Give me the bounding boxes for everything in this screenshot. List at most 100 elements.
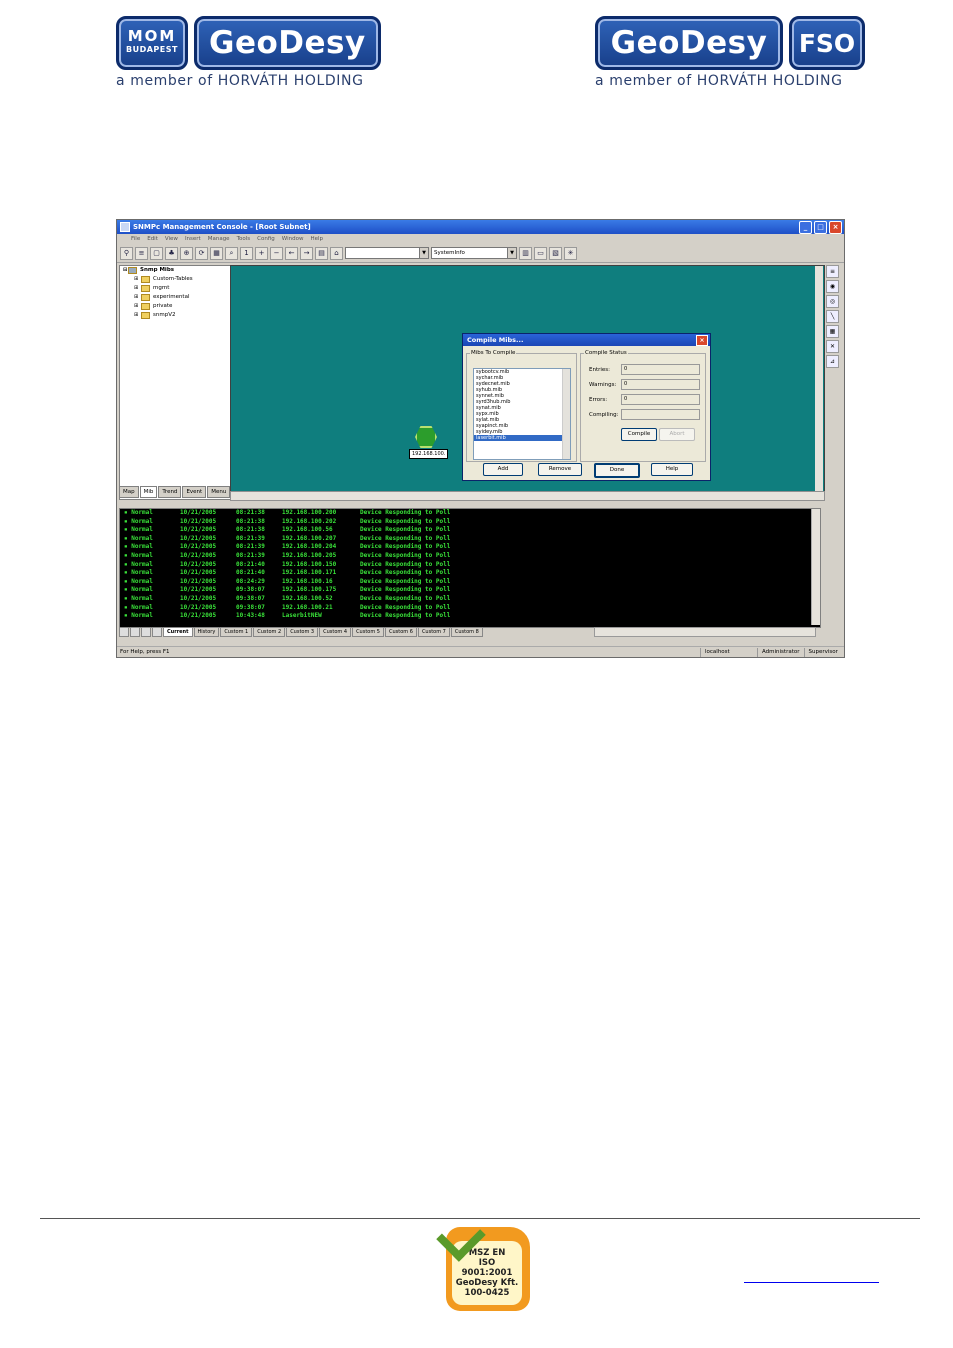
map-view[interactable]: 192.168.100. Compile Mibs... × Mibs To C… [230, 265, 825, 493]
home-icon[interactable]: ⌂ [330, 246, 343, 260]
tab-prev-button[interactable] [130, 627, 140, 637]
tab-history[interactable]: History [193, 627, 220, 637]
event-log[interactable]: ▪ Normal 10/21/2005 08:21:38 192.168.100.20… [119, 508, 821, 628]
table-row[interactable]: ▪ Normal 10/21/2005 08:21:39 192.168.100.20… [120, 543, 820, 552]
menu-window[interactable]: Window [282, 236, 304, 242]
tree-item[interactable]: ⊞ private [120, 302, 230, 311]
tab-event[interactable]: Event [182, 486, 207, 498]
menu-file[interactable]: File [131, 236, 140, 242]
tab-menu[interactable]: Menu [207, 486, 231, 498]
table-row[interactable]: ▪ Normal 10/21/2005 09:38:07 192.168.100.52… [120, 595, 820, 604]
list-scrollbar[interactable] [562, 369, 570, 459]
map-vertical-scrollbar[interactable] [815, 266, 823, 491]
map-icon[interactable]: ▤ [315, 246, 328, 260]
zoom-out-icon[interactable]: − [270, 246, 283, 260]
binoculars-icon[interactable]: ⚲ [120, 246, 133, 260]
tab-next-button[interactable] [141, 627, 151, 637]
table-row[interactable]: ▪ Normal 10/21/2005 08:21:38 192.168.100.56… [120, 526, 820, 535]
mib-list[interactable]: sybootcv.mib sychar.mib sydecnet.mib syh… [473, 368, 571, 460]
log-date: 10/21/2005 [180, 517, 217, 525]
tab-custom-3[interactable]: Custom 3 [286, 627, 319, 637]
done-button[interactable]: Done [594, 463, 640, 478]
maximize-button[interactable]: □ [814, 221, 827, 234]
log-time: 09:38:07 [236, 586, 265, 594]
table-row[interactable]: ▪ Normal 10/21/2005 09:38:07 192.168.100.17… [120, 586, 820, 595]
tab-custom-6[interactable]: Custom 6 [385, 627, 417, 637]
tool-combo[interactable]: SystemInfo ▼ [431, 247, 517, 259]
tab-custom-8[interactable]: Custom 8 [450, 627, 483, 637]
menu-config[interactable]: Config [257, 236, 275, 242]
link-icon[interactable]: ╲ [826, 310, 839, 323]
zoom-1to1-icon[interactable]: 1 [240, 246, 253, 260]
add-button[interactable]: Add [483, 463, 523, 476]
tab-current[interactable]: Current [163, 627, 193, 637]
table-row[interactable]: ▪ Normal 10/21/2005 09:38:07 192.168.100.21… [120, 604, 820, 613]
table-icon[interactable]: ▥ [519, 246, 532, 260]
table-row[interactable]: ▪ Normal 10/21/2005 08:24:29 192.168.100.16… [120, 578, 820, 587]
tab-custom-1[interactable]: Custom 1 [220, 627, 253, 637]
settings-icon[interactable]: ✳ [564, 246, 577, 260]
tree-item[interactable]: ⊞ snmpV2 [120, 311, 230, 320]
tab-custom-4[interactable]: Custom 4 [319, 627, 352, 637]
list-icon[interactable]: ≡ [826, 265, 839, 278]
list-item-selected[interactable]: laserbit.mib [474, 435, 570, 441]
table-row[interactable]: ▪ Normal 10/21/2005 08:21:40 192.168.100.17… [120, 569, 820, 578]
tree-root[interactable]: ⊟ Snmp Mibs [120, 266, 230, 275]
table-row[interactable]: ▪ Normal 10/21/2005 08:21:39 192.168.100.20… [120, 552, 820, 561]
compile-button[interactable]: Compile [621, 428, 657, 441]
arrange-icon[interactable]: ⊿ [826, 355, 839, 368]
zoom-fit-icon[interactable]: ⌕ [225, 246, 238, 260]
tab-first-button[interactable] [119, 627, 129, 637]
tree-item[interactable]: ⊞ experimental [120, 293, 230, 302]
grid-icon[interactable]: ▦ [210, 246, 223, 260]
table-row[interactable]: ▪ Normal 10/21/2005 08:21:40 192.168.100.15… [120, 561, 820, 570]
table-row[interactable]: ▪ Normal 10/21/2005 08:21:38 192.168.100.20… [120, 509, 820, 518]
graph-icon[interactable]: ▧ [549, 246, 562, 260]
grid-icon[interactable]: ▦ [826, 325, 839, 338]
tab-map[interactable]: Map [119, 486, 139, 498]
log-time: 08:21:38 [236, 517, 265, 525]
menu-tools[interactable]: Tools [237, 236, 251, 242]
tree-item[interactable]: ⊞ Custom-Tables [120, 275, 230, 284]
table-row[interactable]: ▪ Normal 10/21/2005 08:21:38 192.168.100.20… [120, 518, 820, 527]
back-icon[interactable]: ← [285, 246, 298, 260]
tab-custom-2[interactable]: Custom 2 [253, 627, 286, 637]
lock-icon[interactable]: ▢ [150, 246, 163, 260]
forward-icon[interactable]: → [300, 246, 313, 260]
selection-combo[interactable]: ▼ [345, 247, 429, 259]
zoom-in-icon[interactable]: + [255, 246, 268, 260]
tree-icon[interactable]: ♣ [165, 246, 178, 260]
tree-item[interactable]: ⊞ mgmt [120, 284, 230, 293]
log-horizontal-scrollbar[interactable] [593, 627, 816, 637]
tab-mib[interactable]: Mib [139, 486, 158, 498]
footer-link[interactable] [744, 1273, 879, 1283]
close-button[interactable]: × [829, 221, 842, 234]
log-vertical-scrollbar[interactable] [811, 509, 820, 625]
expand-icon[interactable]: ✕ [826, 340, 839, 353]
tab-custom-7[interactable]: Custom 7 [417, 627, 450, 637]
menu-insert[interactable]: Insert [185, 236, 201, 242]
node-icon[interactable]: ◎ [826, 295, 839, 308]
map-horizontal-scrollbar[interactable] [230, 491, 825, 501]
tab-trend[interactable]: Trend [158, 486, 182, 498]
dialog-close-button[interactable]: × [696, 335, 708, 346]
menu-edit[interactable]: Edit [147, 236, 158, 242]
list-icon[interactable]: ≡ [135, 246, 148, 260]
window-icon[interactable]: ▭ [534, 246, 547, 260]
tab-last-button[interactable] [152, 627, 162, 637]
menu-view[interactable]: View [165, 236, 178, 242]
menu-help[interactable]: Help [310, 236, 323, 242]
remove-button[interactable]: Remove [538, 463, 582, 476]
network-device[interactable]: 192.168.100. [409, 426, 449, 459]
abort-button[interactable]: Abort [659, 428, 695, 441]
tab-custom-5[interactable]: Custom 5 [352, 627, 384, 637]
table-row[interactable]: ▪ Normal 10/21/2005 10:43:48 LaserbitNEW Dev… [120, 612, 820, 621]
menu-manage[interactable]: Manage [208, 236, 230, 242]
help-button[interactable]: Help [651, 463, 693, 476]
zoom-icon[interactable]: ⊕ [180, 246, 193, 260]
network-icon[interactable]: ◉ [826, 280, 839, 293]
log-time: 09:38:07 [236, 594, 265, 602]
table-row[interactable]: ▪ Normal 10/21/2005 08:21:39 192.168.100.20… [120, 535, 820, 544]
minimize-button[interactable]: _ [799, 221, 812, 234]
refresh-icon[interactable]: ⟳ [195, 246, 208, 260]
